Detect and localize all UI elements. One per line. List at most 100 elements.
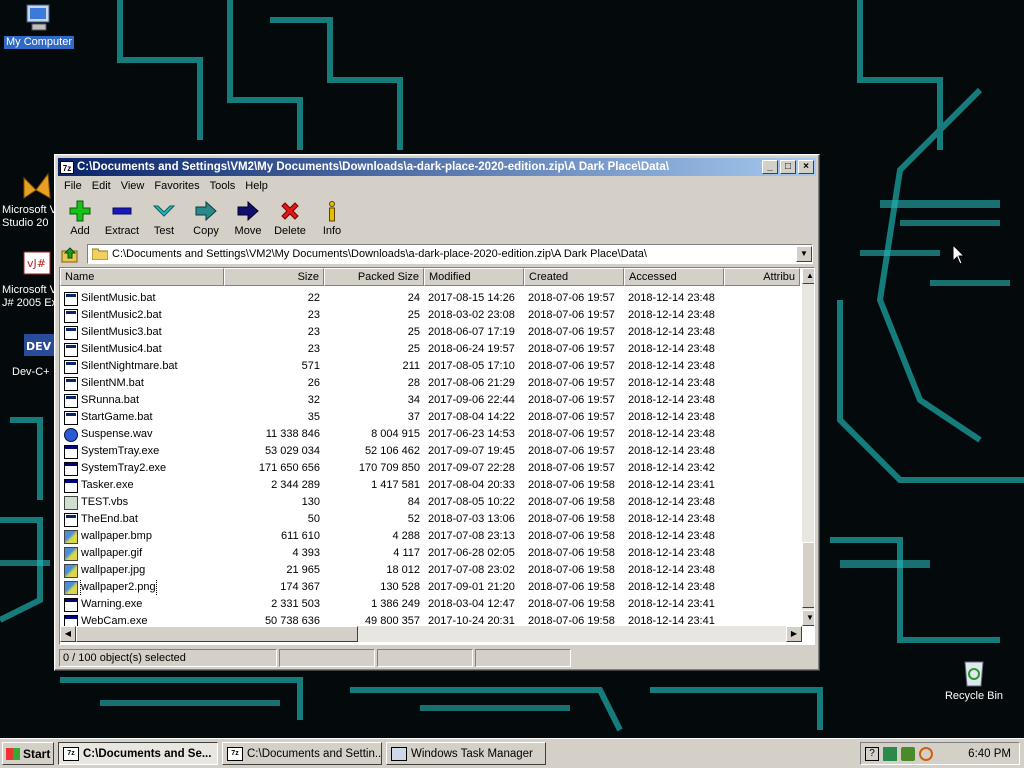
table-row[interactable]: SilentMusic3.bat 23 25 2018-06-07 17:19 2018… <box>60 324 800 341</box>
batch-file-icon <box>64 308 78 323</box>
column-header-modified[interactable]: Modified <box>424 268 524 286</box>
table-row[interactable]: SystemTray2.exe 171 650 656 170 709 850 201… <box>60 460 800 477</box>
executable-file-icon <box>64 478 78 493</box>
horizontal-scroll-thumb[interactable] <box>76 626 358 642</box>
visual-studio-icon <box>20 170 54 202</box>
cell-name: SRunna.bat <box>60 392 224 409</box>
cell-packed-size: 28 <box>407 377 420 389</box>
up-folder-icon[interactable] <box>61 246 79 264</box>
cell-packed-size: 170 709 850 <box>358 462 420 474</box>
file-name: Warning.exe <box>81 598 143 610</box>
cell-modified: 2018-06-07 17:19 <box>428 326 515 338</box>
copy-button[interactable]: Copy <box>185 197 227 241</box>
column-header-attributes[interactable]: Attribu <box>724 268 800 286</box>
cell-created: 2018-07-06 19:57 <box>528 445 615 457</box>
table-row[interactable]: TheEnd.bat 50 52 2018-07-03 13:06 2018-07-06… <box>60 511 800 528</box>
column-header-packed-size[interactable]: Packed Size <box>324 268 424 286</box>
cell-size: 571 <box>301 360 320 372</box>
cell-packed-size: 52 <box>407 513 420 525</box>
scroll-down-button[interactable]: ▼ <box>802 610 814 626</box>
shield-icon[interactable] <box>901 746 915 761</box>
test-button[interactable]: Test <box>143 197 185 241</box>
scroll-up-button[interactable]: ▲ <box>802 268 814 284</box>
info-icon <box>329 201 335 222</box>
table-row[interactable]: SilentMusic4.bat 23 25 2018-06-24 19:57 2018… <box>60 341 800 358</box>
cell-modified: 2017-08-05 17:10 <box>428 360 515 372</box>
extract-button[interactable]: Extract <box>101 197 143 241</box>
table-row[interactable]: SilentNightmare.bat 571 211 2017-08-05 17:1… <box>60 358 800 375</box>
address-combobox[interactable]: C:\Documents and Settings\VM2\My Documen… <box>87 244 813 264</box>
window-titlebar[interactable]: 7z C:\Documents and Settings\VM2\My Docu… <box>58 158 816 176</box>
audio-file-icon <box>64 427 78 442</box>
search-icon[interactable] <box>919 746 933 761</box>
help-icon[interactable]: ? <box>865 746 879 761</box>
chevron-down-icon[interactable]: ▼ <box>796 246 812 262</box>
cell-modified: 2018-03-02 23:08 <box>428 309 515 321</box>
cell-modified: 2018-03-04 12:47 <box>428 598 515 610</box>
vertical-scroll-thumb[interactable] <box>802 542 814 608</box>
column-header-accessed[interactable]: Accessed <box>624 268 724 286</box>
column-header-size[interactable]: Size <box>224 268 324 286</box>
table-row[interactable]: SilentMusic.bat 22 24 2017-08-15 14:26 2018-… <box>60 290 800 307</box>
move-button[interactable]: Move <box>227 197 269 241</box>
menu-edit[interactable]: Edit <box>87 177 116 195</box>
table-row[interactable]: StartGame.bat 35 37 2017-08-04 14:22 2018-07… <box>60 409 800 426</box>
table-row[interactable]: wallpaper.bmp 611 610 4 288 2017-07-08 23:1… <box>60 528 800 545</box>
cell-modified: 2017-07-08 23:02 <box>428 564 515 576</box>
scroll-right-button[interactable]: ▶ <box>786 626 802 642</box>
info-button[interactable]: Info <box>311 197 353 241</box>
network-icon[interactable] <box>883 746 897 761</box>
table-row[interactable]: SRunna.bat 32 34 2017-09-06 22:44 2018-07-06… <box>60 392 800 409</box>
file-manager-window: 7z C:\Documents and Settings\VM2\My Docu… <box>54 154 820 671</box>
menu-file[interactable]: File <box>59 177 87 195</box>
taskbar-item-7zip-1[interactable]: 7z C:\Documents and Se... <box>58 742 218 765</box>
table-row[interactable]: wallpaper.jpg 21 965 18 012 2017-07-08 23:0… <box>60 562 800 579</box>
menu-help[interactable]: Help <box>240 177 273 195</box>
cell-packed-size: 24 <box>407 292 420 304</box>
taskbar: Start 7z C:\Documents and Se... 7z C:\Do… <box>0 738 1024 768</box>
close-button[interactable]: × <box>798 160 814 174</box>
cell-name: Warning.exe <box>60 596 224 613</box>
column-header-name[interactable]: Name <box>60 268 224 286</box>
7zip-app-icon[interactable]: 7z <box>60 160 74 174</box>
start-button[interactable]: Start <box>2 742 54 765</box>
scroll-left-button[interactable]: ◀ <box>60 626 76 642</box>
horizontal-scrollbar[interactable]: ◀ ▶ <box>60 626 802 642</box>
file-name: wallpaper.bmp <box>81 530 152 542</box>
minimize-button[interactable]: _ <box>762 160 778 174</box>
desktop-icon-recycle-bin[interactable]: Recycle Bin <box>935 656 1013 703</box>
taskbar-item-7zip-2[interactable]: 7z C:\Documents and Settin... <box>222 742 382 765</box>
plus-icon <box>69 200 91 222</box>
table-row[interactable]: TEST.vbs 130 84 2017-08-05 10:22 2018-07-06 … <box>60 494 800 511</box>
delete-button-label: Delete <box>274 225 306 237</box>
add-button[interactable]: Add <box>59 197 101 241</box>
table-row[interactable]: wallpaper.gif 4 393 4 117 2017-06-28 02:05 2… <box>60 545 800 562</box>
vertical-scrollbar[interactable]: ▲ ▼ <box>802 268 814 626</box>
desktop-icon-visual-jsharp[interactable]: vJ# Microsoft V J# 2005 Ex <box>0 250 60 310</box>
delete-button[interactable]: Delete <box>269 197 311 241</box>
batch-file-icon <box>64 512 78 527</box>
menu-favorites[interactable]: Favorites <box>149 177 204 195</box>
desktop-icon-label: Dev-C+ <box>12 366 50 378</box>
table-row[interactable]: SilentMusic2.bat 23 25 2018-03-02 23:08 2018… <box>60 307 800 324</box>
table-row[interactable]: SilentNM.bat 26 28 2017-08-06 21:29 2018-07-… <box>60 375 800 392</box>
table-row[interactable]: Tasker.exe 2 344 289 1 417 581 2017-08-04 2… <box>60 477 800 494</box>
desktop-icon-my-computer[interactable]: My Computer <box>0 2 78 49</box>
table-row[interactable]: Suspense.wav 11 338 846 8 004 915 2017-06-2… <box>60 426 800 443</box>
table-row[interactable]: Warning.exe 2 331 503 1 386 249 2018-03-04 … <box>60 596 800 613</box>
column-header-created[interactable]: Created <box>524 268 624 286</box>
cell-accessed: 2018-12-14 23:48 <box>628 547 715 559</box>
desktop-icon-label: Microsoft V <box>2 204 58 216</box>
cell-accessed: 2018-12-14 23:48 <box>628 394 715 406</box>
maximize-button[interactable]: □ <box>780 160 796 174</box>
menu-tools[interactable]: Tools <box>205 177 241 195</box>
status-packed-cell <box>377 649 473 667</box>
table-row[interactable]: wallpaper2.png 174 367 130 528 2017-09-01 2… <box>60 579 800 596</box>
file-list[interactable]: Name Size Packed Size Modified Created A… <box>59 267 815 645</box>
taskbar-item-task-manager[interactable]: Windows Task Manager <box>386 742 546 765</box>
desktop-icon-label: Microsoft V <box>2 284 58 296</box>
menu-view[interactable]: View <box>116 177 150 195</box>
table-row[interactable]: SystemTray.exe 53 029 034 52 106 462 2017-0… <box>60 443 800 460</box>
desktop-icon-visual-studio[interactable]: Microsoft V Studio 20 <box>0 170 60 230</box>
svg-text:vJ#: vJ# <box>27 257 46 270</box>
